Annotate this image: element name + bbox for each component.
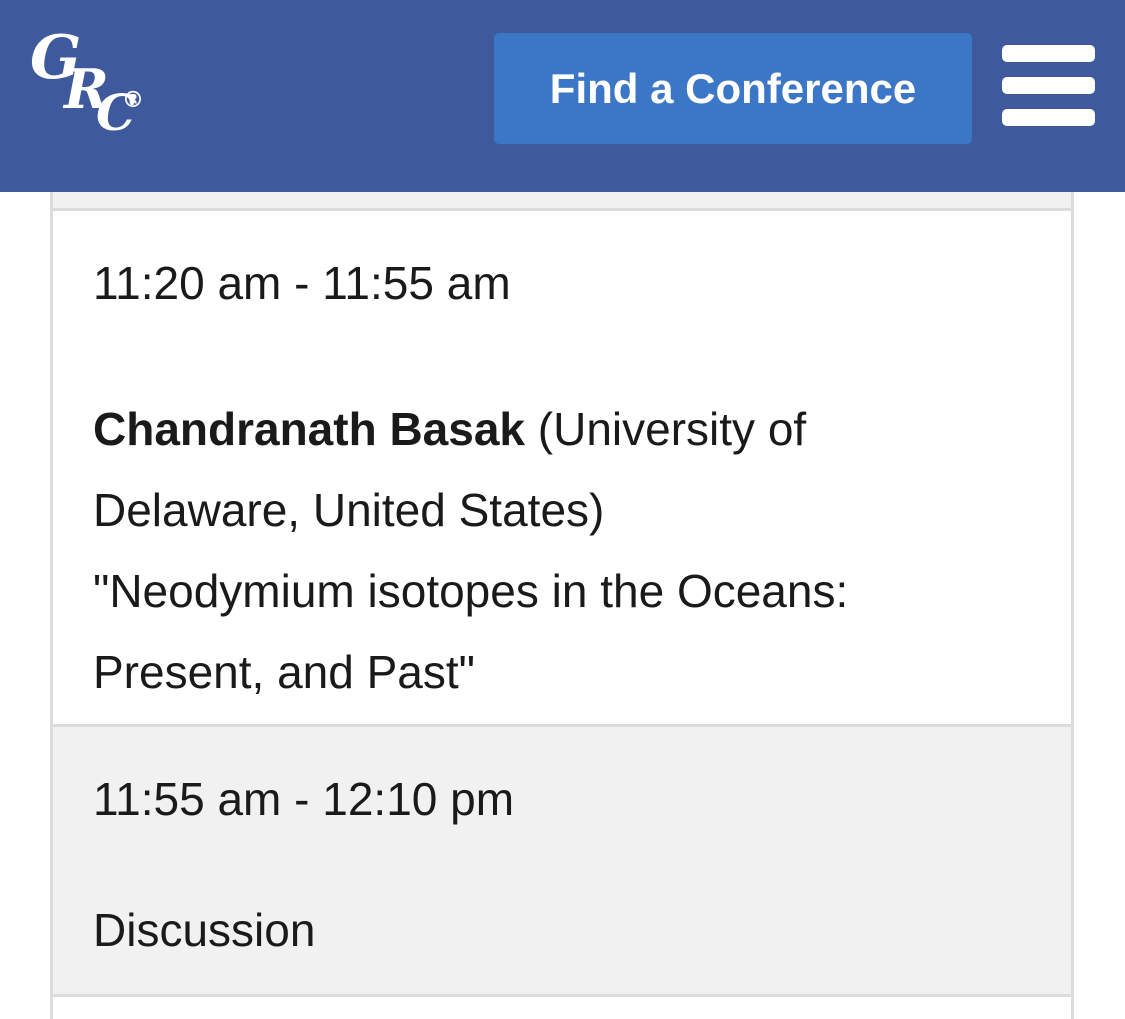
- talk-title: "Neodymium isotopes in the Oceans: Prese…: [93, 565, 849, 698]
- menu-bar: [1002, 45, 1095, 62]
- agenda-row-talk: 11:20 am - 11:55 am Chandranath Basak (U…: [53, 211, 1071, 727]
- agenda-row-discussion: 11:55 am - 12:10 pm Discussion: [53, 727, 1071, 997]
- find-a-conference-button[interactable]: Find a Conference: [494, 33, 972, 144]
- registered-mark: ®: [122, 88, 144, 113]
- site-header: G R C ® Find a Conference: [0, 0, 1125, 192]
- talk-description: Chandranath Basak (University of Delawar…: [93, 389, 993, 713]
- agenda-row-next: [53, 997, 1071, 1019]
- discussion-label: Discussion: [93, 904, 316, 956]
- speaker-name: Chandranath Basak: [93, 403, 526, 455]
- menu-bar: [1002, 77, 1095, 94]
- session-time: 11:20 am - 11:55 am: [93, 257, 511, 309]
- agenda-row-previous: [53, 192, 1071, 211]
- agenda-table: 11:20 am - 11:55 am Chandranath Basak (U…: [50, 192, 1074, 1019]
- hamburger-menu-icon[interactable]: [1002, 45, 1095, 127]
- session-time: 11:55 am - 12:10 pm: [93, 773, 515, 825]
- grc-logo[interactable]: G R C ®: [24, 28, 154, 148]
- menu-bar: [1002, 109, 1095, 126]
